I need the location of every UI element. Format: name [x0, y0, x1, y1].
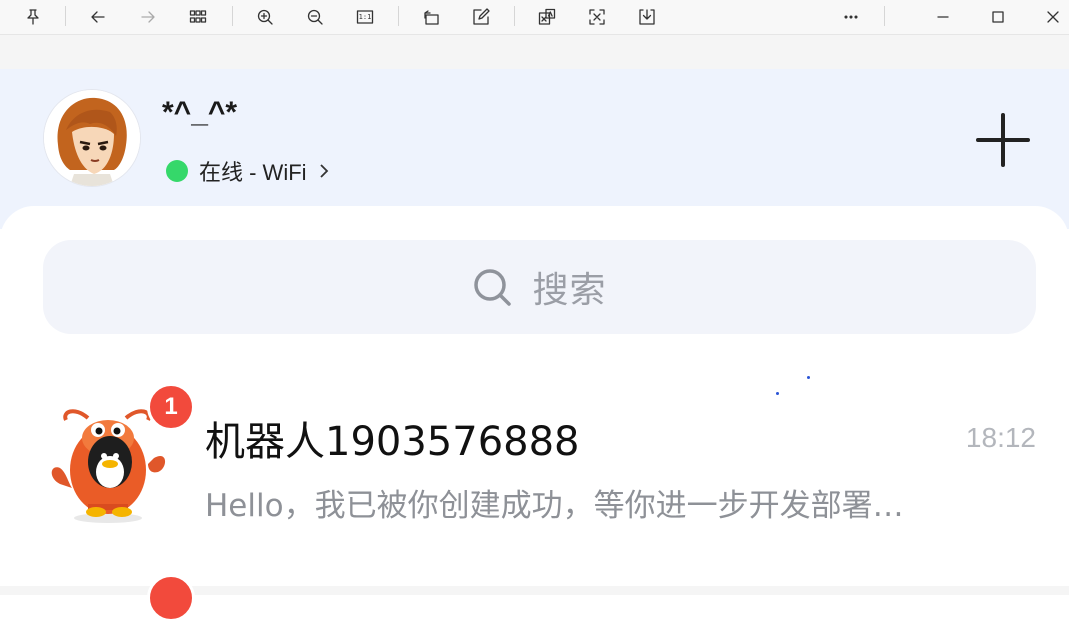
search-icon	[474, 269, 512, 306]
search-bar[interactable]: 搜索	[43, 240, 1036, 334]
more-icon[interactable]	[838, 5, 864, 29]
zoom-out-icon[interactable]	[302, 5, 328, 29]
minimize-icon[interactable]	[930, 5, 956, 29]
grid-view-icon[interactable]	[185, 5, 211, 29]
forward-arrow-icon[interactable]	[135, 5, 161, 29]
unread-badge-partial	[147, 574, 195, 622]
toolbar-divider	[398, 6, 399, 26]
anime-boy-avatar-icon	[44, 90, 140, 186]
add-plus-icon[interactable]	[974, 111, 1032, 169]
pin-icon[interactable]	[20, 5, 46, 29]
image-viewer-toolbar: 1:1	[0, 0, 1069, 35]
actual-size-label: 1:1	[358, 13, 372, 21]
search-placeholder: 搜索	[532, 270, 607, 311]
actual-size-icon[interactable]: 1:1	[352, 5, 378, 29]
zoom-in-icon[interactable]	[252, 5, 278, 29]
online-status-text: 在线 - WiFi	[199, 160, 307, 185]
toolbar-divider	[65, 6, 66, 26]
maximize-icon[interactable]	[985, 5, 1011, 29]
edit-icon[interactable]	[468, 5, 494, 29]
online-status[interactable]: 在线 - WiFi	[166, 156, 329, 186]
toolbar-divider	[514, 6, 515, 26]
profile-header	[0, 69, 1069, 229]
unread-badge: 1	[147, 383, 195, 431]
back-arrow-icon[interactable]	[85, 5, 111, 29]
toolbar-divider	[232, 6, 233, 26]
close-icon[interactable]	[1040, 5, 1066, 29]
chat-timestamp: 18:12	[965, 422, 1036, 453]
stray-pixel-dot	[807, 376, 810, 379]
stray-pixel-dot	[776, 392, 779, 395]
save-icon[interactable]	[634, 5, 660, 29]
online-status-dot	[166, 160, 188, 182]
chat-title: 机器人1903576888	[205, 419, 580, 465]
translate-icon[interactable]	[534, 5, 560, 29]
user-avatar[interactable]	[44, 90, 140, 186]
extract-text-icon[interactable]	[584, 5, 610, 29]
user-nickname[interactable]: *^_^*	[162, 96, 237, 130]
rotate-icon[interactable]	[418, 5, 444, 29]
chat-message-preview: Hello，我已被你创建成功，等你进一步开发部署…	[205, 488, 904, 524]
chevron-right-icon	[319, 164, 328, 178]
toolbar-divider	[884, 6, 885, 26]
toolbar-spacer	[0, 35, 1069, 69]
